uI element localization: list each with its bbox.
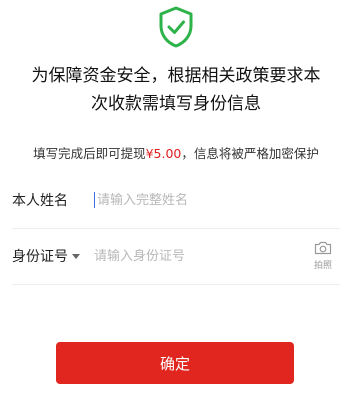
text-cursor [94, 192, 95, 208]
camera-button[interactable]: 拍照 [308, 241, 338, 271]
id-number-input[interactable] [94, 248, 308, 264]
id-label: 身份证号 [12, 249, 68, 265]
title-line-2: 次收款需填写身份信息 [91, 94, 261, 114]
title-line-1: 为保障资金安全，根据相关政策要求本 [31, 66, 321, 86]
name-row: 本人姓名 [12, 172, 340, 229]
page-title: 为保障资金安全，根据相关政策要求本 次收款需填写身份信息 [0, 62, 352, 118]
caret-down-icon [72, 253, 80, 259]
id-type-selector[interactable]: 身份证号 [12, 246, 94, 266]
camera-label: 拍照 [313, 261, 332, 271]
name-label: 本人姓名 [12, 193, 68, 209]
notice-prefix: 填写完成后即可提现 [33, 146, 146, 161]
notice-suffix: ，信息将被严格加密保护 [181, 146, 319, 161]
name-input[interactable] [97, 192, 340, 208]
shield-check-icon [159, 6, 193, 48]
withdraw-amount: ¥5.00 [145, 146, 182, 161]
withdraw-notice: 填写完成后即可提现¥5.00，信息将被严格加密保护 [0, 143, 352, 162]
confirm-button[interactable]: 确定 [56, 342, 294, 384]
id-row: 身份证号 拍照 [12, 228, 340, 285]
camera-icon [314, 241, 332, 255]
